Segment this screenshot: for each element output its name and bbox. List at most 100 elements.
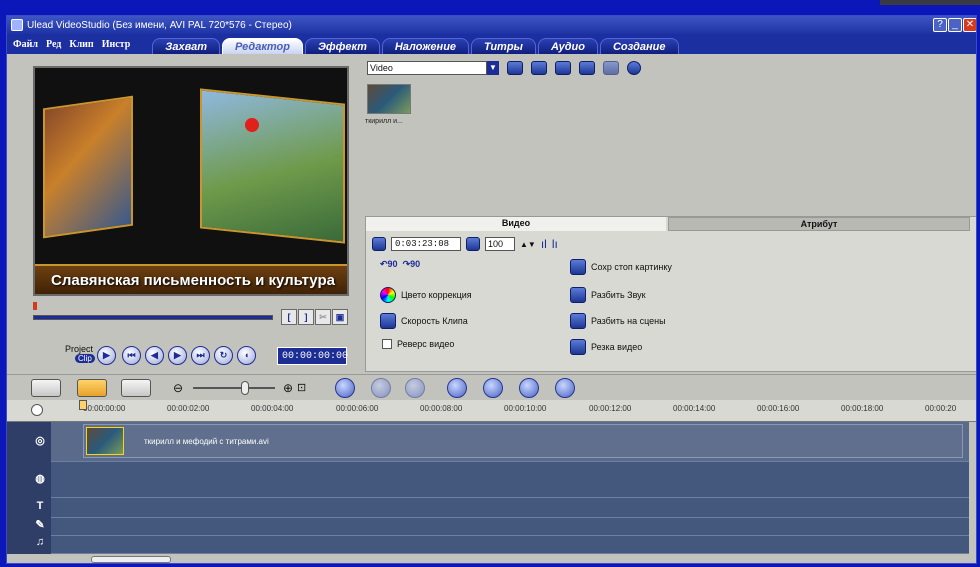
timeline-clip[interactable]: ткирилл и мефодий с титрами.avi [83, 424, 963, 458]
menu-file[interactable]: Файл [13, 39, 38, 54]
undo-icon[interactable] [371, 378, 391, 398]
end-icon[interactable]: ⏭ [191, 346, 210, 365]
trim-start-marker[interactable] [33, 302, 37, 310]
next-frame-icon[interactable]: ▶ [168, 346, 187, 365]
minimize-button[interactable]: _ [948, 18, 962, 32]
menu-clip[interactable]: Клип [69, 39, 93, 54]
play-icon[interactable]: ▶ [97, 346, 116, 365]
import-icon[interactable] [531, 61, 547, 75]
jog-slider[interactable] [33, 310, 273, 324]
preview-image-left [43, 95, 133, 239]
tab-effect[interactable]: Эффект [305, 38, 380, 54]
ruler-tick: 00:00:00:00 [83, 404, 126, 413]
tab-audio[interactable]: Аудио [537, 38, 598, 54]
trim-icon [570, 339, 586, 355]
fade-out-icon[interactable]: lı [552, 237, 558, 251]
video-track-icon: ◎ [35, 435, 45, 447]
tab-title[interactable]: Титры [471, 38, 536, 54]
timecode-field[interactable]: 00:00:00:00 [277, 347, 348, 365]
scrollbar-thumb[interactable] [91, 556, 171, 563]
audio-view-button[interactable] [121, 379, 151, 397]
preview-image-right [200, 88, 345, 244]
expand-icon[interactable] [627, 61, 641, 75]
scene-split-icon [570, 313, 586, 329]
overlay-track[interactable] [51, 462, 969, 498]
rotate-left-icon[interactable]: ↶90 [380, 259, 398, 270]
color-correction-button[interactable]: Цвето коррекция [380, 287, 472, 303]
track-manager-icon[interactable] [519, 378, 539, 398]
home-icon[interactable]: ⏮ [122, 346, 141, 365]
volume-icon[interactable]: ◖ [237, 346, 256, 365]
save-frame-button[interactable]: Сохр стоп картинку [570, 259, 672, 275]
trim-video-button[interactable]: Резка видео [570, 339, 642, 355]
title-bar: Ulead VideoStudio (Без имени, AVI PAL 72… [7, 16, 976, 34]
redo-icon[interactable] [405, 378, 425, 398]
fit-project-icon[interactable]: ⊡ [297, 381, 306, 394]
library-manager-icon[interactable] [555, 61, 571, 75]
zoom-slider[interactable] [193, 387, 275, 389]
volume-field[interactable]: 100 [485, 237, 515, 251]
clip-label[interactable]: Clip [75, 354, 95, 363]
music-track[interactable] [51, 536, 969, 554]
zoom-out-icon[interactable]: ⊖ [173, 381, 183, 395]
chapter-icon[interactable] [555, 378, 575, 398]
duration-field[interactable]: 0:03:23:08 [391, 237, 461, 251]
fade-in-icon[interactable]: ıl [541, 237, 547, 251]
mark-out-button[interactable]: ] [298, 309, 314, 325]
clip-speed-button[interactable]: Скорость Клипа [380, 313, 468, 329]
batch-convert-icon[interactable] [483, 378, 503, 398]
fullscreen-button[interactable]: ▣ [332, 309, 348, 325]
reverse-video-checkbox[interactable] [382, 339, 392, 349]
preview-panel: Славянская письменность и культура [ ] ✂… [7, 54, 363, 366]
zoom-slider-thumb[interactable] [241, 381, 249, 395]
rotate-right-icon[interactable]: ↷90 [403, 259, 421, 270]
vertical-scrollbar[interactable] [969, 422, 976, 554]
tab-overlay[interactable]: Наложение [381, 38, 470, 54]
library-clip-thumbnail[interactable] [367, 84, 411, 114]
clip-thumbnail [86, 427, 124, 455]
insert-media-icon[interactable] [335, 378, 355, 398]
mark-in-button[interactable]: [ [281, 309, 297, 325]
split-audio-button[interactable]: Разбить Звук [570, 287, 646, 303]
horizontal-scrollbar[interactable] [7, 554, 976, 563]
tab-share[interactable]: Создание [599, 38, 679, 54]
library-clip-label: ткирилл и... [365, 118, 403, 125]
tab-attribute[interactable]: Атрибут [668, 217, 970, 231]
ruler-tick: 00:00:04:00 [251, 404, 294, 413]
tab-edit[interactable]: Редактор [221, 38, 303, 54]
zoom-in-icon[interactable]: ⊕ [283, 381, 293, 395]
folder-icon[interactable] [507, 61, 523, 75]
voice-track[interactable] [51, 518, 969, 536]
tab-capture[interactable]: Захват [152, 38, 220, 54]
title-track[interactable] [51, 498, 969, 518]
menu-edit[interactable]: Ред [46, 39, 61, 54]
tab-video[interactable]: Видео [366, 217, 666, 231]
ruler-tick: 00:00:10:00 [504, 404, 547, 413]
timeline-ruler[interactable]: 00:00:00:00 00:00:02:00 00:00:04:00 00:0… [7, 400, 976, 422]
volume-stepper-icon[interactable]: ▲▼ [520, 240, 536, 249]
previous-frame-icon[interactable]: ◀ [145, 346, 164, 365]
clip-name: ткирилл и мефодий с титрами.avi [144, 437, 269, 446]
desktop-background: Ulead VideoStudio (Без имени, AVI PAL 72… [0, 0, 980, 567]
help-button[interactable]: ? [933, 18, 947, 32]
ruler-tick: 00:00:12:00 [589, 404, 632, 413]
refresh-icon[interactable] [579, 61, 595, 75]
timeline-view-button[interactable] [77, 379, 107, 397]
playhead[interactable] [79, 400, 87, 410]
eject-icon[interactable] [31, 404, 43, 416]
cut-button[interactable]: ✂ [315, 309, 331, 325]
smart-proxy-icon[interactable] [447, 378, 467, 398]
split-scenes-button[interactable]: Разбить на сцены [570, 313, 666, 329]
ruler-tick: 00:00:20 [925, 404, 957, 413]
library-panel: Video ▼ ткирилл и... [365, 54, 975, 214]
menu-tools[interactable]: Инстр [102, 39, 131, 54]
repeat-icon[interactable]: ↻ [214, 346, 233, 365]
close-button[interactable]: ✕ [963, 18, 976, 32]
options-icon[interactable] [603, 61, 619, 75]
project-label: Project [65, 344, 94, 354]
ruler-tick: 00:00:02:00 [167, 404, 210, 413]
storyboard-view-button[interactable] [31, 379, 61, 397]
library-category-select[interactable]: Video [367, 61, 487, 75]
chevron-down-icon[interactable]: ▼ [487, 61, 499, 75]
preview-window: Славянская письменность и культура [33, 66, 349, 296]
